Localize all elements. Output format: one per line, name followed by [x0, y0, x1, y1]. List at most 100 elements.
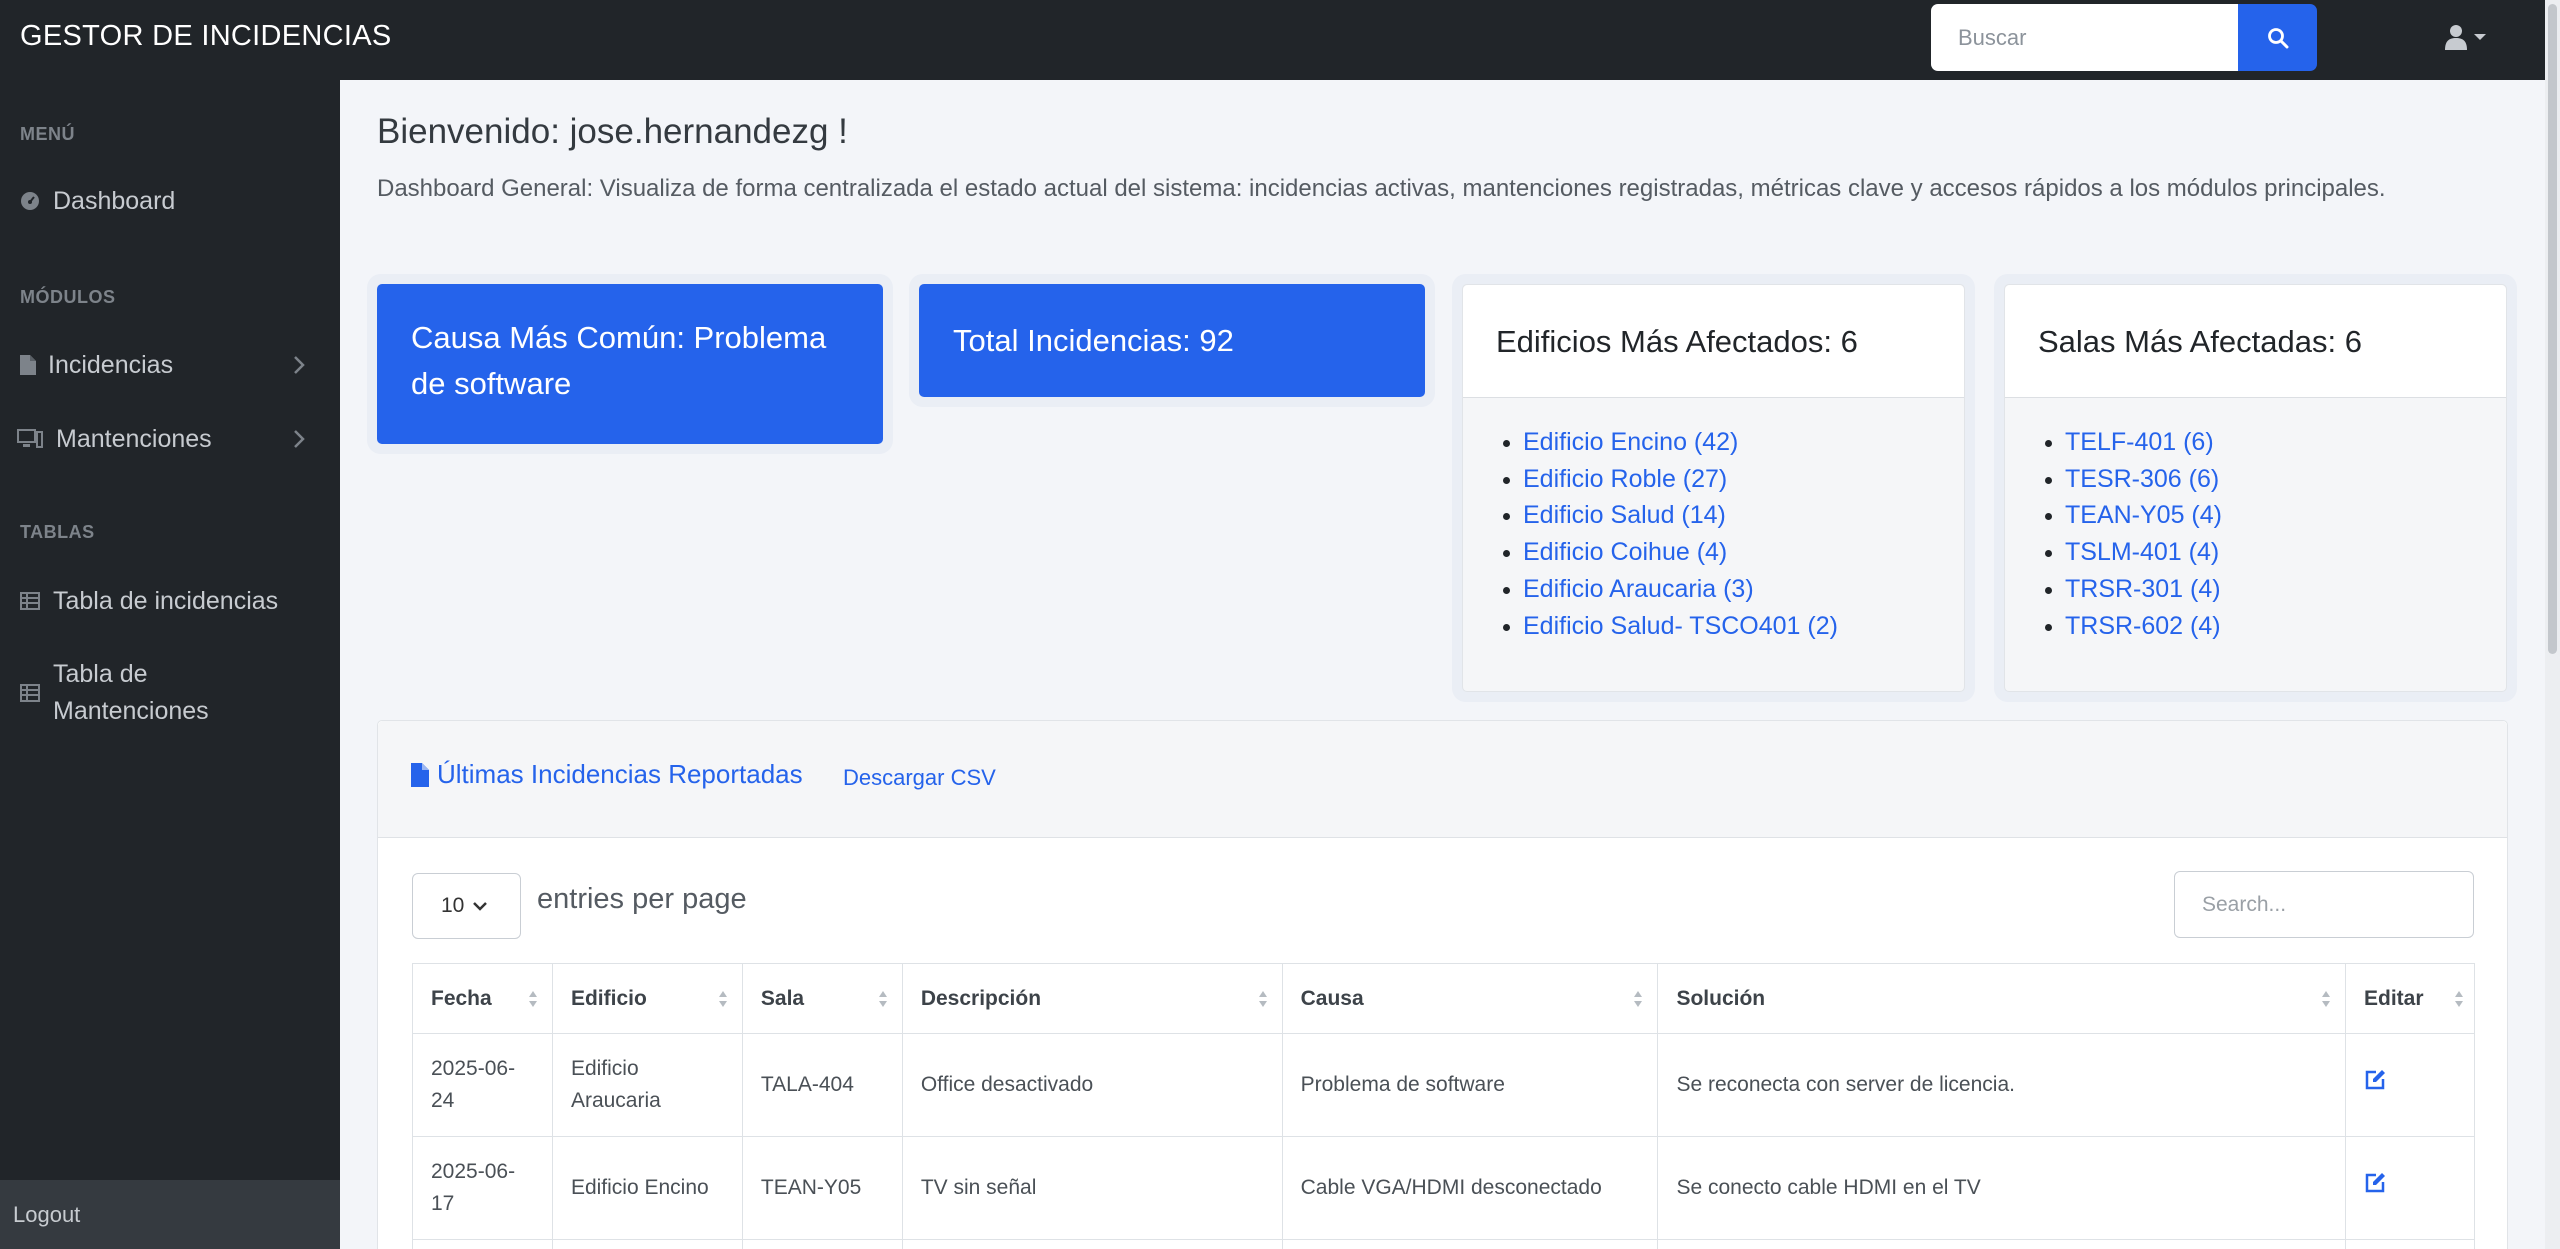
cell-editar	[2344, 1033, 2476, 1137]
incidents-card-title[interactable]: Últimas Incidencias Reportadas	[411, 759, 803, 790]
building-link[interactable]: Edificio Salud- TSCO401 (2)	[1523, 612, 1838, 640]
caret-down-icon	[2474, 34, 2486, 40]
cell-empty	[551, 1239, 743, 1249]
card-rooms: Salas Más Afectadas: 6 TELF-401 (6) TESR…	[2004, 284, 2507, 692]
column-header-causa[interactable]: Causa	[1281, 963, 1659, 1034]
file-icon	[17, 355, 39, 375]
stat-total-incidencias: Total Incidencias: 92	[919, 284, 1425, 397]
navbar-search-input[interactable]	[1931, 4, 2238, 71]
cell-causa: Cable VGA/HDMI desconectado	[1281, 1136, 1659, 1240]
edit-button[interactable]	[2364, 1069, 2386, 1091]
card-buildings: Edificios Más Afectados: 6 Edificio Enci…	[1462, 284, 1965, 692]
entries-per-page-select[interactable]: 10	[412, 873, 521, 939]
building-link[interactable]: Edificio Salud (14)	[1523, 501, 1726, 529]
list-item: Edificio Salud (14)	[1503, 497, 1964, 534]
stat-common-cause-text: Causa Más Común: Problema de software	[411, 320, 827, 401]
column-header-editar[interactable]: Editar	[2344, 963, 2476, 1034]
cell-edificio: Edificio Araucaria	[551, 1033, 743, 1137]
stat-common-cause: Causa Más Común: Problema de software	[377, 284, 883, 444]
table-search-input[interactable]	[2174, 871, 2474, 938]
sidebar-item-label: Dashboard	[53, 186, 176, 215]
logout-button[interactable]: Logout	[0, 1180, 340, 1249]
entries-per-page-label: entries per page	[537, 883, 747, 915]
room-link[interactable]: TRSR-301 (4)	[2065, 575, 2221, 603]
sidebar-heading-menu: MENÚ	[20, 124, 75, 144]
edit-icon	[2365, 1070, 2385, 1090]
cell-empty	[1657, 1239, 2346, 1249]
building-link[interactable]: Edificio Encino (42)	[1523, 428, 1738, 456]
sidebar-item-tabla-mantenciones[interactable]: Tabla de Mantenciones	[0, 655, 340, 731]
list-item: TESR-306 (6)	[2045, 461, 2506, 498]
list-item: Edificio Encino (42)	[1503, 424, 1964, 461]
list-item: TELF-401 (6)	[2045, 424, 2506, 461]
page-description: Dashboard General: Visualiza de forma ce…	[377, 175, 2386, 202]
list-item: TRSR-301 (4)	[2045, 571, 2506, 608]
cell-sala: TALA-404	[741, 1033, 903, 1137]
page-title: Bienvenido: jose.hernandezg !	[377, 112, 848, 151]
building-link[interactable]: Edificio Coihue (4)	[1523, 538, 1727, 566]
sort-icon	[528, 991, 537, 1007]
card-rooms-title: Salas Más Afectadas: 6	[2005, 285, 2506, 398]
cell-fecha: 2025-06-17	[412, 1136, 553, 1240]
cell-empty	[412, 1239, 553, 1249]
incidents-table: Fecha Edificio Sala Descripción Causa So…	[412, 963, 2476, 1249]
search-button[interactable]	[2238, 4, 2317, 71]
sort-icon	[878, 991, 887, 1007]
room-link[interactable]: TRSR-602 (4)	[2065, 612, 2221, 640]
cell-solucion: Se reconecta con server de licencia.	[1657, 1033, 2346, 1137]
cell-editar	[2344, 1136, 2476, 1240]
column-header-sala[interactable]: Sala	[741, 963, 903, 1034]
column-header-edificio[interactable]: Edificio	[551, 963, 743, 1034]
entries-per-page-value: 10	[441, 894, 465, 917]
sidebar-item-tabla-incidencias[interactable]: Tabla de incidencias	[0, 578, 340, 624]
user-menu-dropdown[interactable]	[2445, 20, 2487, 54]
room-link[interactable]: TESR-306 (6)	[2065, 465, 2219, 493]
file-icon	[411, 762, 429, 787]
room-link[interactable]: TSLM-401 (4)	[2065, 538, 2219, 566]
table-icon	[19, 684, 41, 702]
sidebar: MENÚ Dashboard MÓDULOS Incidencias Mante…	[0, 80, 340, 1249]
cell-fecha: 2025-06-24	[412, 1033, 553, 1137]
column-header-solucion[interactable]: Solución	[1657, 963, 2346, 1034]
room-link[interactable]: TEAN-Y05 (4)	[2065, 501, 2222, 529]
sidebar-item-label: Incidencias	[48, 350, 174, 379]
edit-icon	[2365, 1173, 2385, 1193]
edit-button[interactable]	[2364, 1172, 2386, 1194]
cell-empty	[2344, 1239, 2476, 1249]
table-row: 2025-06-17 Edificio Encino TEAN-Y05 TV s…	[412, 1136, 2476, 1240]
sidebar-heading-modules: MÓDULOS	[20, 287, 116, 307]
dashboard-icon	[19, 191, 41, 211]
rooms-list: TELF-401 (6) TESR-306 (6) TEAN-Y05 (4) T…	[2005, 424, 2506, 644]
cell-empty	[1281, 1239, 1659, 1249]
table-header-row: Fecha Edificio Sala Descripción Causa So…	[412, 963, 2476, 1034]
column-header-descripcion[interactable]: Descripción	[901, 963, 1283, 1034]
app-brand[interactable]: GESTOR DE INCIDENCIAS	[20, 0, 392, 72]
search-icon	[2267, 27, 2288, 48]
user-icon	[2445, 25, 2467, 50]
list-item: TRSR-602 (4)	[2045, 608, 2506, 645]
list-item: TSLM-401 (4)	[2045, 534, 2506, 571]
sidebar-item-label: Mantenciones	[56, 424, 212, 453]
room-link[interactable]: TELF-401 (6)	[2065, 428, 2214, 456]
sidebar-item-dashboard[interactable]: Dashboard	[0, 178, 340, 224]
sort-icon	[2321, 991, 2330, 1007]
navbar-search	[1931, 4, 2317, 71]
table-row	[412, 1239, 2476, 1249]
card-buildings-title: Edificios Más Afectados: 6	[1463, 285, 1964, 398]
sidebar-item-mantenciones[interactable]: Mantenciones	[0, 416, 340, 462]
sort-icon	[2455, 991, 2463, 1007]
incidents-card-title-text: Últimas Incidencias Reportadas	[437, 759, 803, 789]
building-link[interactable]: Edificio Araucaria (3)	[1523, 575, 1754, 603]
sort-icon	[1258, 991, 1267, 1007]
incidents-table-card: Últimas Incidencias Reportadas Descargar…	[377, 720, 2508, 1249]
column-header-fecha[interactable]: Fecha	[412, 963, 553, 1034]
list-item: Edificio Salud- TSCO401 (2)	[1503, 608, 1964, 645]
download-csv-link[interactable]: Descargar CSV	[843, 765, 996, 791]
sort-icon	[1634, 991, 1643, 1007]
list-item: TEAN-Y05 (4)	[2045, 497, 2506, 534]
sidebar-item-incidencias[interactable]: Incidencias	[0, 342, 340, 388]
cell-empty	[741, 1239, 903, 1249]
cell-edificio: Edificio Encino	[551, 1136, 743, 1240]
building-link[interactable]: Edificio Roble (27)	[1523, 465, 1727, 493]
scrollbar-thumb[interactable]	[2548, 4, 2557, 654]
